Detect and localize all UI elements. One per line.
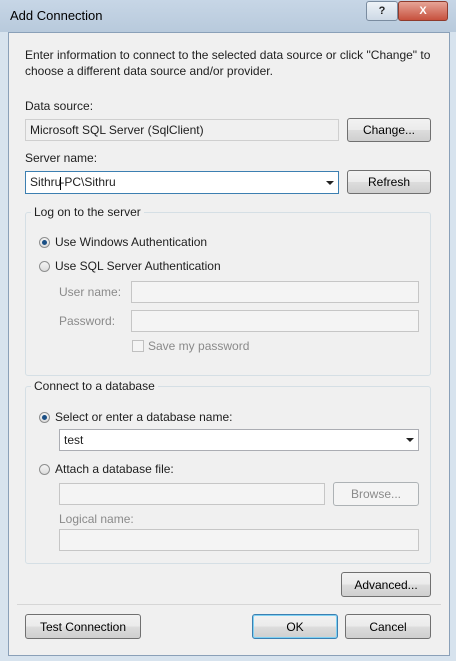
radio-selected-dot bbox=[42, 415, 47, 420]
ok-button[interactable]: OK bbox=[252, 614, 338, 639]
logical-name-input[interactable] bbox=[59, 529, 419, 551]
attach-db-label[interactable]: Attach a database file: bbox=[55, 462, 174, 476]
save-password-label[interactable]: Save my password bbox=[148, 339, 249, 353]
database-group-title: Connect to a database bbox=[31, 379, 158, 393]
server-name-combobox[interactable]: Sithru-PC\Sithru bbox=[25, 171, 339, 194]
sql-auth-label[interactable]: Use SQL Server Authentication bbox=[55, 259, 221, 273]
username-label: User name: bbox=[59, 285, 122, 299]
password-label: Password: bbox=[59, 314, 116, 328]
sql-auth-radio[interactable] bbox=[39, 261, 50, 272]
advanced-button[interactable]: Advanced... bbox=[341, 572, 431, 597]
select-db-radio[interactable] bbox=[39, 412, 50, 423]
windows-auth-radio[interactable] bbox=[39, 237, 50, 248]
db-file-input[interactable] bbox=[59, 483, 325, 505]
help-icon: ? bbox=[378, 5, 386, 17]
chevron-down-icon[interactable] bbox=[406, 438, 414, 442]
data-source-label: Data source: bbox=[25, 99, 94, 113]
database-name-combobox[interactable]: test bbox=[59, 429, 419, 451]
data-source-value: Microsoft SQL Server (SqlClient) bbox=[30, 123, 204, 137]
database-name-value: test bbox=[64, 433, 84, 447]
title-bar[interactable]: Add Connection ? X bbox=[0, 0, 456, 32]
change-button[interactable]: Change... bbox=[347, 118, 431, 142]
close-button[interactable]: X bbox=[398, 1, 448, 21]
dialog-body: Enter information to connect to the sele… bbox=[8, 32, 450, 656]
test-connection-button[interactable]: Test Connection bbox=[25, 614, 141, 639]
help-button[interactable]: ? bbox=[366, 1, 398, 21]
save-password-checkbox[interactable] bbox=[132, 340, 144, 352]
server-name-value: Sithru-PC\Sithru bbox=[30, 175, 116, 190]
windows-auth-label[interactable]: Use Windows Authentication bbox=[55, 235, 207, 249]
username-input[interactable] bbox=[131, 281, 419, 303]
server-name-label: Server name: bbox=[25, 151, 98, 165]
window-title: Add Connection bbox=[10, 8, 103, 23]
footer-divider bbox=[17, 604, 441, 605]
logical-name-label: Logical name: bbox=[59, 512, 134, 526]
attach-db-radio[interactable] bbox=[39, 464, 50, 475]
data-source-field: Microsoft SQL Server (SqlClient) bbox=[25, 119, 339, 141]
radio-selected-dot bbox=[42, 240, 47, 245]
browse-button[interactable]: Browse... bbox=[333, 482, 419, 506]
intro-text: Enter information to connect to the sele… bbox=[25, 48, 431, 78]
refresh-button[interactable]: Refresh bbox=[347, 170, 431, 194]
chevron-down-icon[interactable] bbox=[326, 180, 334, 185]
password-input[interactable] bbox=[131, 310, 419, 332]
logon-group-title: Log on to the server bbox=[31, 205, 144, 219]
select-db-label[interactable]: Select or enter a database name: bbox=[55, 410, 232, 424]
cancel-button[interactable]: Cancel bbox=[345, 614, 431, 639]
close-icon: X bbox=[419, 5, 427, 17]
